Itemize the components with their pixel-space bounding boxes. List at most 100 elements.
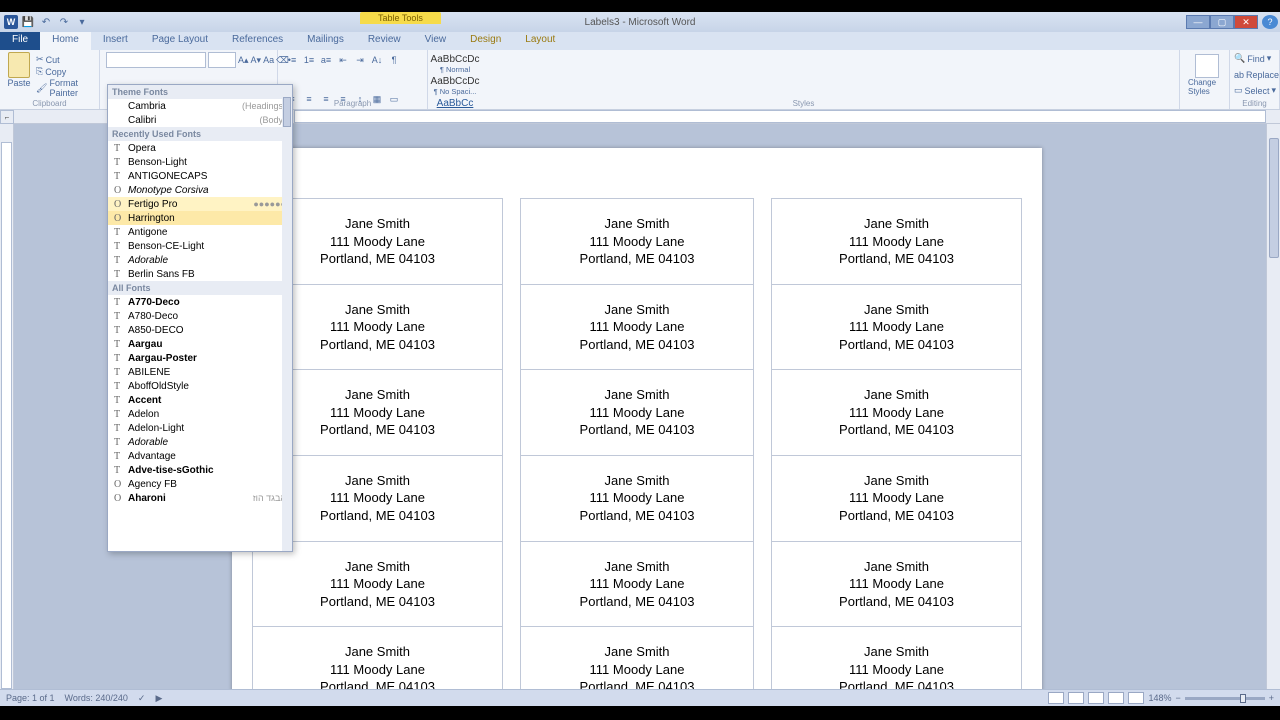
font-item-aharoni[interactable]: OAharoniאבגד הוז — [108, 491, 292, 505]
tab-references[interactable]: References — [220, 32, 295, 50]
minimize-button[interactable]: — — [1186, 15, 1210, 29]
outline-view[interactable] — [1108, 692, 1124, 704]
font-item-adorable[interactable]: TAdorable — [108, 253, 292, 267]
font-menu-scrollbar[interactable] — [282, 85, 292, 551]
font-item-a770deco[interactable]: TA770-Deco — [108, 295, 292, 309]
tab-page-layout[interactable]: Page Layout — [140, 32, 220, 50]
numbering-icon[interactable]: 1≡ — [301, 52, 317, 68]
font-item-aboffoldstyle[interactable]: TAboffOldStyle — [108, 379, 292, 393]
font-item-abilene[interactable]: TABILENE — [108, 365, 292, 379]
scrollbar-thumb[interactable] — [1269, 138, 1279, 258]
font-item-a850deco[interactable]: TA850-DECO — [108, 323, 292, 337]
increase-indent-icon[interactable]: ⇥ — [352, 52, 368, 68]
label-cell[interactable]: Jane Smith111 Moody LanePortland, ME 041… — [521, 370, 754, 456]
label-cell[interactable]: Jane Smith111 Moody LanePortland, ME 041… — [521, 284, 754, 370]
vertical-ruler[interactable] — [0, 124, 14, 689]
font-item-advantage[interactable]: TAdvantage — [108, 449, 292, 463]
word-count[interactable]: Words: 240/240 — [65, 693, 128, 703]
draft-view[interactable] — [1128, 692, 1144, 704]
zoom-in-icon[interactable]: + — [1269, 693, 1274, 703]
web-layout-view[interactable] — [1088, 692, 1104, 704]
undo-icon[interactable]: ↶ — [38, 14, 54, 30]
tab-insert[interactable]: Insert — [91, 32, 140, 50]
font-item-cambria[interactable]: Cambria(Headings) — [108, 99, 292, 113]
save-icon[interactable]: 💾 — [20, 14, 36, 30]
shrink-font-icon[interactable]: A▾ — [251, 52, 262, 68]
font-item-calibri[interactable]: Calibri(Body) — [108, 113, 292, 127]
label-cell[interactable]: Jane Smith111 Moody LanePortland, ME 041… — [772, 541, 1022, 627]
label-cell[interactable]: Jane Smith111 Moody LanePortland, ME 041… — [772, 455, 1022, 541]
zoom-slider[interactable] — [1185, 697, 1265, 700]
font-item-bensoncelight[interactable]: TBenson-CE-Light — [108, 239, 292, 253]
decrease-indent-icon[interactable]: ⇤ — [335, 52, 351, 68]
font-item-adelon[interactable]: TAdelon — [108, 407, 292, 421]
label-cell[interactable]: Jane Smith111 Moody LanePortland, ME 041… — [253, 627, 503, 689]
maximize-button[interactable]: ▢ — [1210, 15, 1234, 29]
font-item-fertigopro[interactable]: OFertigo Pro●●●●●● — [108, 197, 292, 211]
find-button[interactable]: 🔍 Find ▾ — [1234, 52, 1275, 65]
change-styles-button[interactable]: Change Styles — [1186, 52, 1228, 98]
font-item-advetisesgothic[interactable]: TAdve-tise-sGothic — [108, 463, 292, 477]
font-item-bensonlight[interactable]: TBenson-Light — [108, 155, 292, 169]
font-item-aargau[interactable]: TAargau — [108, 337, 292, 351]
format-painter-button[interactable]: 🖌 Format Painter — [34, 78, 93, 98]
cut-button[interactable]: ✂ Cut — [34, 54, 93, 65]
style-normal[interactable]: AaBbCcDc¶ Normal — [432, 52, 478, 74]
tab-file[interactable]: File — [0, 32, 40, 50]
label-cell[interactable]: Jane Smith111 Moody LanePortland, ME 041… — [521, 541, 754, 627]
font-item-accent[interactable]: TAccent — [108, 393, 292, 407]
print-layout-view[interactable] — [1048, 692, 1064, 704]
help-button[interactable]: ? — [1262, 15, 1278, 29]
zoom-value[interactable]: 148% — [1148, 693, 1171, 703]
redo-icon[interactable]: ↷ — [56, 14, 72, 30]
vertical-scrollbar[interactable] — [1266, 124, 1280, 689]
font-item-berlinsansfb[interactable]: TBerlin Sans FB — [108, 267, 292, 281]
change-case-icon[interactable]: Aa — [263, 52, 274, 68]
font-item-antigone[interactable]: TAntigone — [108, 225, 292, 239]
style-nospaci[interactable]: AaBbCcDc¶ No Spaci... — [432, 74, 478, 96]
zoom-out-icon[interactable]: − — [1175, 693, 1180, 703]
label-cell[interactable]: Jane Smith111 Moody LanePortland, ME 041… — [772, 284, 1022, 370]
page[interactable]: Jane Smith111 Moody LanePortland, ME 041… — [232, 148, 1042, 689]
tab-design[interactable]: Design — [458, 32, 513, 50]
replace-button[interactable]: ab Replace — [1234, 69, 1275, 81]
tab-mailings[interactable]: Mailings — [295, 32, 356, 50]
copy-button[interactable]: ⎘ Copy — [34, 66, 93, 77]
font-item-adelonlight[interactable]: TAdelon-Light — [108, 421, 292, 435]
qat-dropdown-icon[interactable]: ▾ — [74, 14, 90, 30]
close-button[interactable]: ✕ — [1234, 15, 1258, 29]
font-item-a780deco[interactable]: TA780-Deco — [108, 309, 292, 323]
macro-icon[interactable]: ▶ — [155, 693, 162, 704]
grow-font-icon[interactable]: A▴ — [238, 52, 249, 68]
font-item-aargauposter[interactable]: TAargau-Poster — [108, 351, 292, 365]
page-status[interactable]: Page: 1 of 1 — [6, 693, 55, 703]
select-button[interactable]: ▭ Select ▾ — [1234, 84, 1275, 97]
label-cell[interactable]: Jane Smith111 Moody LanePortland, ME 041… — [521, 627, 754, 689]
tab-home[interactable]: Home — [40, 32, 91, 50]
font-item-antigonecaps[interactable]: TANTIGONECAPS — [108, 169, 292, 183]
label-cell[interactable]: Jane Smith111 Moody LanePortland, ME 041… — [253, 541, 503, 627]
font-item-monotypecorsiva[interactable]: OMonotype Corsiva — [108, 183, 292, 197]
sort-icon[interactable]: A↓ — [369, 52, 385, 68]
multilevel-icon[interactable]: a≡ — [318, 52, 334, 68]
tab-layout[interactable]: Layout — [513, 32, 567, 50]
tab-stop-selector[interactable]: ⌐ — [0, 110, 14, 124]
font-combo[interactable] — [106, 52, 206, 68]
spellcheck-icon[interactable]: ✓ — [138, 693, 146, 704]
label-cell[interactable]: Jane Smith111 Moody LanePortland, ME 041… — [521, 199, 754, 285]
tab-review[interactable]: Review — [356, 32, 413, 50]
full-screen-view[interactable] — [1068, 692, 1084, 704]
bullets-icon[interactable]: •≡ — [284, 52, 300, 68]
show-marks-icon[interactable]: ¶ — [386, 52, 402, 68]
font-item-adorable[interactable]: TAdorable — [108, 435, 292, 449]
label-cell[interactable]: Jane Smith111 Moody LanePortland, ME 041… — [772, 627, 1022, 689]
label-cell[interactable]: Jane Smith111 Moody LanePortland, ME 041… — [521, 455, 754, 541]
label-cell[interactable]: Jane Smith111 Moody LanePortland, ME 041… — [772, 370, 1022, 456]
font-item-harrington[interactable]: OHarrington — [108, 211, 292, 225]
font-size-combo[interactable] — [208, 52, 236, 68]
font-item-agencyfb[interactable]: OAgency FB — [108, 477, 292, 491]
label-cell[interactable]: Jane Smith111 Moody LanePortland, ME 041… — [772, 199, 1022, 285]
font-item-opera[interactable]: TOpera — [108, 141, 292, 155]
tab-view[interactable]: View — [413, 32, 459, 50]
paste-button[interactable]: Paste — [6, 52, 32, 98]
